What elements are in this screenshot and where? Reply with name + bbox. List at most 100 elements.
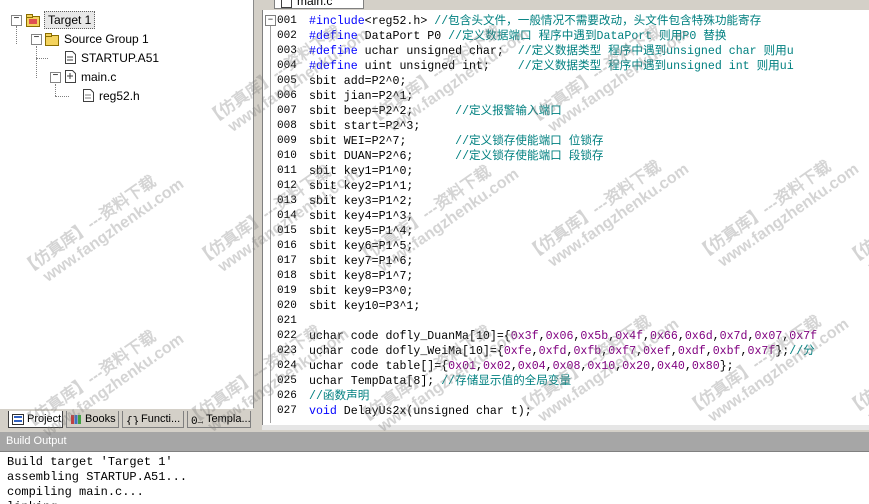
code-token: //定义数据类型 程序中遇到unsigned int 则用ui	[517, 60, 794, 73]
code-token: 0x7d	[719, 330, 748, 343]
line-number: 015	[277, 225, 297, 237]
code-line[interactable]: sbit key4=P1^3;	[309, 209, 413, 224]
code-token: ,	[545, 360, 553, 373]
code-line[interactable]: sbit start=P2^3;	[309, 119, 420, 134]
templates-icon: 0→	[191, 416, 203, 425]
code-line[interactable]: sbit key10=P3^1;	[309, 299, 420, 314]
code-line[interactable]: uchar code dofly_DuanMa[10]={0x3f,0x06,0…	[309, 329, 817, 344]
line-number: 016	[277, 240, 297, 252]
tab-books[interactable]: Books	[66, 411, 119, 428]
code-line[interactable]: sbit key7=P1^6;	[309, 254, 413, 269]
line-number: 009	[277, 135, 297, 147]
code-line[interactable]: sbit jian=P2^1;	[309, 89, 413, 104]
tree-node-source-group[interactable]: − Source Group 1	[0, 30, 253, 48]
collapse-toggle-icon[interactable]: −	[31, 34, 42, 45]
panel-tab-bar: Project Books {} Functi... 0→ Templa...	[0, 408, 253, 431]
file-icon	[65, 51, 76, 64]
code-line[interactable]: sbit key5=P1^4;	[309, 224, 413, 239]
code-token: ,	[476, 360, 483, 373]
code-token: 0xfe	[503, 345, 532, 358]
code-token: DelayUs2x(unsigned char t);	[336, 405, 532, 418]
collapse-toggle-icon[interactable]: −	[50, 72, 61, 83]
code-token: uchar unsigned char;	[357, 45, 518, 58]
code-token: ,	[705, 345, 713, 358]
code-line[interactable]: sbit key9=P3^0;	[309, 284, 413, 299]
line-number: 027	[277, 405, 297, 417]
code-token: uchar code dofly_DuanMa[10]={	[309, 330, 511, 343]
code-line[interactable]: sbit beep=P2^2; //定义报警输入端口	[309, 104, 562, 119]
line-number: 012	[277, 180, 297, 192]
code-line[interactable]: uchar code dofly_WeiMa[10]={0xfe,0xfd,0x…	[309, 344, 815, 359]
code-line[interactable]: sbit WEI=P2^7; //定义锁存使能端口 位锁存	[309, 134, 604, 149]
editor-horizontal-scrollbar[interactable]	[262, 425, 869, 430]
code-line[interactable]: sbit key3=P1^2;	[309, 194, 413, 209]
code-token: 0x01	[448, 360, 476, 373]
collapse-toggle-icon[interactable]: −	[11, 15, 22, 26]
code-token: ,	[531, 345, 539, 358]
code-token: sbit jian=P2^1;	[309, 90, 414, 103]
code-line[interactable]: uchar code table[]={0x01,0x02,0x04,0x08,…	[309, 359, 734, 374]
tree-node-target[interactable]: − Target 1	[0, 11, 253, 29]
panel-splitter[interactable]	[254, 0, 262, 430]
tree-label-source-group: Source Group 1	[64, 32, 149, 46]
code-token: 0xfb	[573, 345, 602, 358]
tree-node-include[interactable]: reg52.h	[0, 87, 253, 105]
code-line[interactable]: #include<reg52.h> //包含头文件，一般情况不需要改动，头文件包…	[309, 14, 761, 29]
fold-toggle-icon[interactable]: −	[265, 15, 276, 26]
line-number: 014	[277, 210, 297, 222]
line-number: 004	[277, 60, 297, 72]
tree-node-file[interactable]: STARTUP.A51	[0, 49, 253, 67]
tab-project[interactable]: Project	[8, 411, 63, 428]
functions-icon: {}	[126, 416, 138, 425]
tab-templates[interactable]: 0→ Templa...	[187, 411, 251, 428]
tree-node-file[interactable]: − main.c	[0, 68, 253, 86]
code-token: //分	[789, 345, 815, 358]
code-token: DataPort P0	[357, 30, 449, 43]
code-editor[interactable]: 001 002 003 004 005 006 007 008 009 010 011 012 013 0…	[262, 10, 869, 425]
code-line[interactable]: sbit key6=P1^5;	[309, 239, 413, 254]
tab-functions[interactable]: {} Functi...	[122, 411, 184, 428]
code-line[interactable]: sbit DUAN=P2^6; //定义锁存使能端口 段锁存	[309, 149, 604, 164]
code-line[interactable]: void DelayUs2x(unsigned char t);	[309, 404, 532, 419]
editor-tab-main-c[interactable]: main.c	[274, 0, 364, 9]
code-line[interactable]: sbit add=P2^0;	[309, 74, 406, 89]
code-area[interactable]: #include<reg52.h> //包含头文件，一般情况不需要改动，头文件包…	[309, 10, 869, 425]
target-folder-icon	[26, 14, 40, 27]
code-token: ,	[650, 360, 658, 373]
code-token: //定义数据端口 程序中遇到DataPort 则用P0 替换	[448, 30, 727, 43]
code-token: ,	[740, 345, 748, 358]
build-output-line: linking...	[7, 500, 79, 504]
code-token: sbit key6=P1^5;	[309, 240, 414, 253]
code-token: ,	[677, 330, 685, 343]
code-line[interactable]: #define uint unsigned int; //定义数据类型 程序中遇…	[309, 59, 794, 74]
code-token: sbit key2=P1^1;	[309, 180, 414, 193]
code-line[interactable]: #define uchar unsigned char; //定义数据类型 程序…	[309, 44, 794, 59]
code-token: //存储显示值的全局变量	[441, 375, 572, 388]
code-token: 0xdf	[677, 345, 706, 358]
code-line[interactable]: sbit key1=P1^0;	[309, 164, 413, 179]
code-line[interactable]: sbit key2=P1^1;	[309, 179, 413, 194]
code-token: sbit key7=P1^6;	[309, 255, 414, 268]
code-token: 0x7f	[789, 330, 818, 343]
tree-label-file: STARTUP.A51	[81, 51, 160, 65]
build-output-line: assembling STARTUP.A51...	[7, 470, 188, 484]
code-line[interactable]: #define DataPort P0 //定义数据端口 程序中遇到DataPo…	[309, 29, 726, 44]
code-token: sbit key3=P1^2;	[309, 195, 414, 208]
code-token: 0x80	[691, 360, 720, 373]
code-token: };	[775, 345, 790, 358]
file-icon	[65, 70, 76, 83]
code-token: #define	[309, 45, 358, 58]
code-token: sbit key10=P3^1;	[309, 300, 421, 313]
code-token: 0x06	[545, 330, 574, 343]
code-line[interactable]: //函数声明	[309, 389, 369, 404]
code-token: //定义锁存使能端口 位锁存	[455, 135, 604, 148]
tree-label-target: Target 1	[44, 11, 96, 29]
line-number: 005	[277, 75, 297, 87]
line-number: 013	[277, 195, 297, 207]
tab-label: Functi...	[141, 413, 181, 425]
code-token: #define	[309, 60, 358, 73]
code-token: 0x7f	[747, 345, 776, 358]
code-line[interactable]: uchar TempData[8]; //存储显示值的全局变量	[309, 374, 571, 389]
code-line[interactable]: sbit key8=P1^7;	[309, 269, 413, 284]
build-output-panel[interactable]: Build target 'Target 1' assembling STARTU…	[0, 451, 869, 504]
